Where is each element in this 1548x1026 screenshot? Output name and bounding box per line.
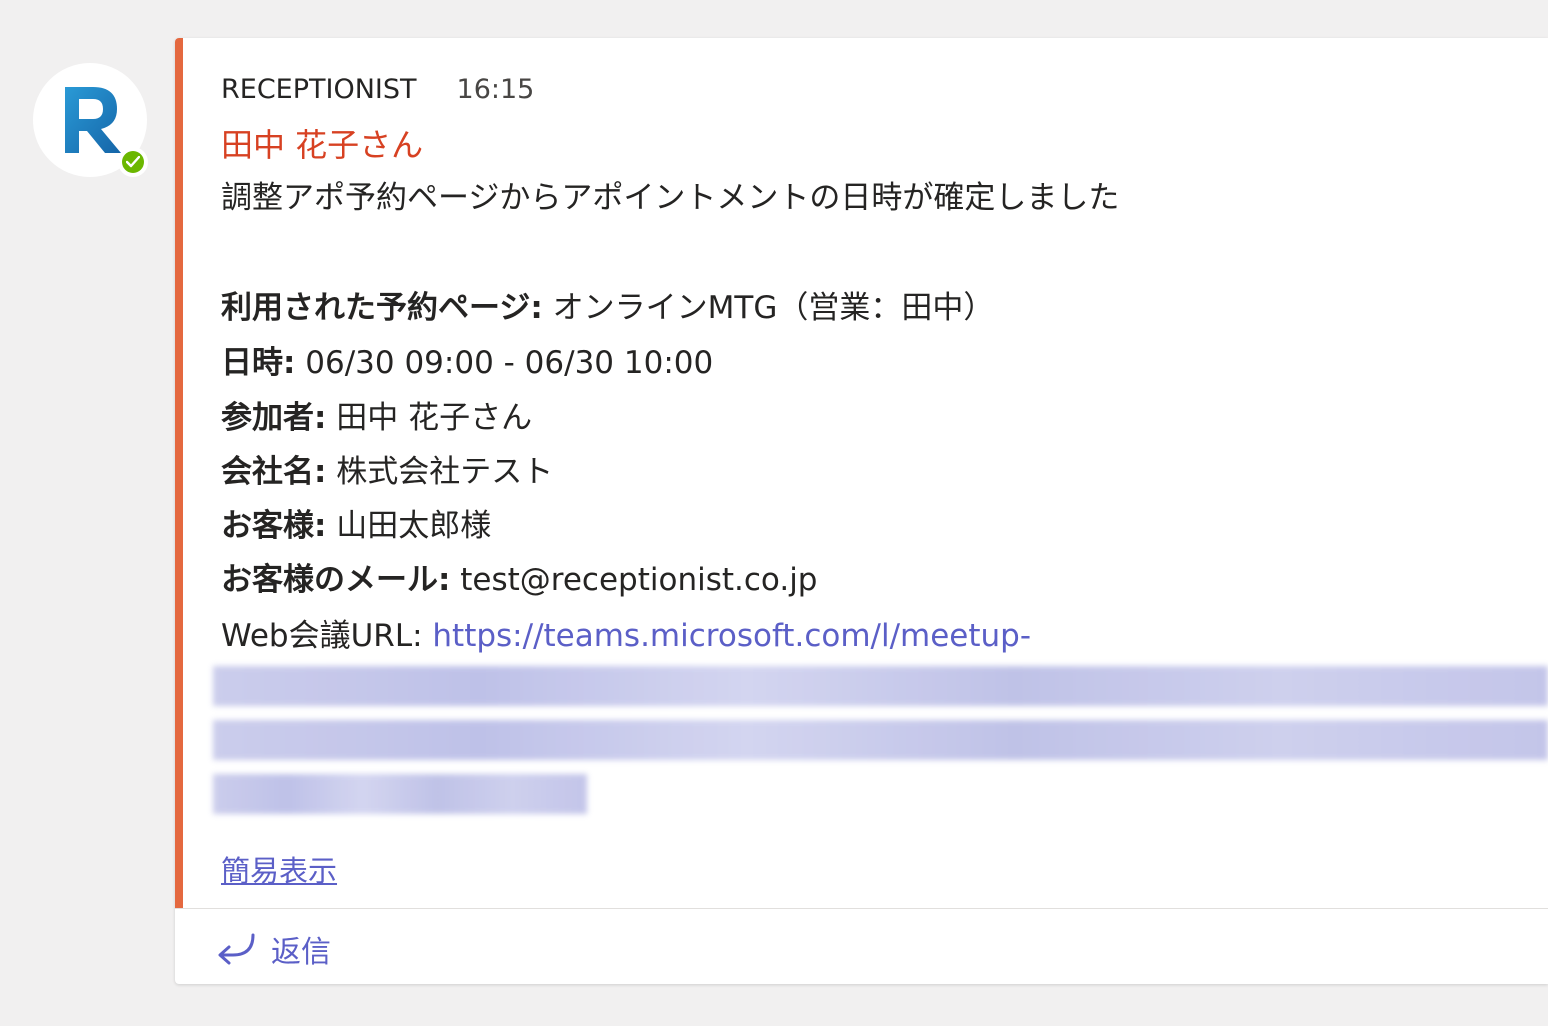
mention[interactable]: 田中 花子さん — [221, 120, 423, 166]
field-datetime: 日時: 06/30 09:00 - 06/30 10:00 — [221, 337, 713, 382]
redacted-url-line-1[interactable] — [213, 666, 1548, 706]
field-label: 利用された予約ページ: — [221, 290, 543, 326]
teams-chat-canvas: RECEPTIONIST 16:15 田中 花子さん 調整アポ予約ページからアポイ… — [0, 0, 1548, 1026]
field-web-meeting: Web会議URL: https://teams.microsoft.com/l/… — [221, 610, 1031, 655]
field-label: 参加者: — [221, 400, 327, 436]
field-label: 会社名: — [221, 454, 327, 490]
field-value: 株式会社テスト — [326, 454, 554, 490]
field-value: オンラインMTG（営業：田中） — [542, 290, 995, 326]
message-footer: 返信 — [175, 908, 1548, 985]
web-meeting-link[interactable]: https://teams.microsoft.com/l/meetup- — [432, 618, 1031, 654]
simple-view-link[interactable]: 簡易表示 — [221, 848, 337, 890]
field-company: 会社名: 株式会社テスト — [221, 446, 553, 491]
intro-text: 調整アポ予約ページからアポイントメントの日時が確定しました — [221, 180, 1120, 216]
field-label: お客様: — [221, 508, 327, 544]
available-check-icon — [122, 151, 144, 173]
field-value: 山田太郎様 — [326, 508, 492, 544]
field-label: 日時: — [221, 345, 296, 381]
redacted-url-line-2[interactable] — [213, 720, 1548, 760]
field-booking-page: 利用された予約ページ: オンラインMTG（営業：田中） — [221, 282, 994, 327]
field-value: 田中 花子さん — [326, 400, 533, 436]
field-customer-email: お客様のメール: test@receptionist.co.jp — [221, 554, 818, 599]
presence-badge — [118, 147, 148, 177]
field-value: test@receptionist.co.jp — [450, 562, 818, 598]
field-label: お客様のメール: — [221, 562, 451, 598]
sender-name: RECEPTIONIST — [221, 74, 417, 105]
reply-arrow-icon — [218, 933, 255, 965]
field-participant: 参加者: 田中 花子さん — [221, 392, 532, 437]
field-customer: お客様: 山田太郎様 — [221, 500, 491, 545]
redacted-url-line-3[interactable] — [213, 774, 587, 814]
reply-label: 返信 — [271, 935, 331, 970]
message-card: RECEPTIONIST 16:15 田中 花子さん 調整アポ予約ページからアポイ… — [175, 38, 1548, 984]
field-value: 06/30 09:00 - 06/30 10:00 — [295, 345, 714, 381]
message-time: 16:15 — [456, 74, 535, 105]
message-header: RECEPTIONIST 16:15 — [221, 74, 534, 105]
reply-button[interactable]: 返信 — [215, 927, 331, 971]
accent-bar — [175, 38, 183, 908]
field-label: Web会議URL: — [221, 618, 433, 654]
